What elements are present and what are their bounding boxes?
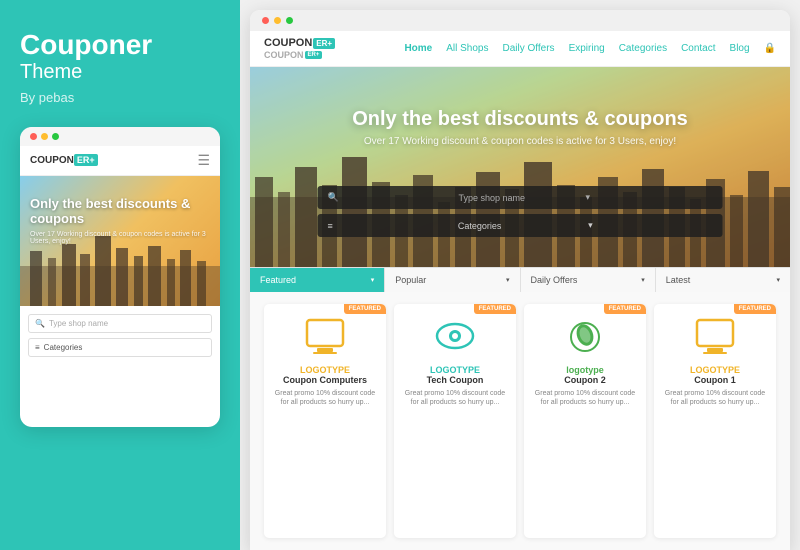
card-logo-3 [555, 314, 615, 359]
expand-dot [286, 17, 293, 24]
desktop-categories-box[interactable]: ≡ Categories ▾ [318, 214, 723, 237]
card-title-4: Coupon 1 [694, 375, 736, 385]
close-dot [30, 133, 37, 140]
right-panel: COUPONER+ COUPONER+ Home All Shops Daily… [240, 0, 800, 550]
logo-text-2: LOGOTYPE [430, 365, 480, 375]
coupon-card-3[interactable]: FEATURED logotype Coupon 2 Great promo 1… [524, 304, 646, 538]
desktop-coupon-text: COUPON [264, 37, 312, 49]
desktop-top-bar [250, 10, 790, 31]
filter-featured[interactable]: Featured ▾ [250, 268, 385, 292]
desktop-nav-links: Home All Shops Daily Offers Expiring Cat… [404, 43, 776, 54]
mobile-top-bar [20, 127, 220, 146]
mobile-search: 🔍 Type shop name ≡ Categories [20, 306, 220, 365]
logo-text-1: LOGOTYPE [300, 365, 350, 375]
nav-blog[interactable]: Blog [730, 43, 750, 54]
desktop-search-box[interactable]: 🔍 Type shop name ▾ [318, 186, 723, 209]
mobile-categories-box[interactable]: ≡ Categories [28, 338, 212, 357]
desktop-hero: Only the best discounts & coupons Over 1… [250, 67, 790, 267]
nav-all-shops[interactable]: All Shops [446, 43, 488, 54]
nav-categories[interactable]: Categories [619, 43, 667, 54]
menu-icon: ≡ [35, 343, 40, 352]
expand-dot [52, 133, 59, 140]
mobile-hero-text: Only the best discounts & coupons Over 1… [30, 196, 210, 245]
desktop-nav: COUPONER+ COUPONER+ Home All Shops Daily… [250, 31, 790, 67]
dropdown-arrow-icon-2: ▾ [588, 220, 712, 231]
card-desc-4: Great promo 10% discount code for all pr… [664, 389, 766, 407]
card-logo-4 [685, 314, 745, 359]
chevron-down-icon: ▾ [506, 276, 510, 284]
mobile-search-box[interactable]: 🔍 Type shop name [28, 314, 212, 333]
search-overlay: 🔍 Type shop name ▾ ≡ Categories ▾ [318, 186, 723, 237]
logo-text-3: logotype [566, 365, 604, 375]
menu-icon: ≡ [328, 221, 452, 231]
logo-text-4: LOGOTYPE [690, 365, 740, 375]
cards-section: FEATURED LOGOTYPE Coupon Computers Great… [250, 292, 790, 550]
desktop-mockup: COUPONER+ COUPONER+ Home All Shops Daily… [250, 10, 790, 550]
left-panel: Couponer Theme By pebas COUPONER+ ☰ [0, 0, 240, 550]
tv-icon-yellow-2 [693, 318, 737, 356]
desktop-hero-bg: Only the best discounts & coupons Over 1… [250, 67, 790, 267]
coupon-card-1[interactable]: FEATURED LOGOTYPE Coupon Computers Great… [264, 304, 386, 538]
leaf-icon-green [563, 318, 607, 356]
chevron-down-icon: ▾ [371, 276, 375, 284]
filter-bar: Featured ▾ Popular ▾ Daily Offers ▾ Late… [250, 267, 790, 292]
nav-home[interactable]: Home [404, 43, 432, 54]
featured-badge: FEATURED [344, 304, 386, 314]
card-logo-2 [425, 314, 485, 359]
card-desc-2: Great promo 10% discount code for all pr… [404, 389, 506, 407]
mobile-hero: Only the best discounts & coupons Over 1… [20, 176, 220, 306]
featured-badge: FEATURED [604, 304, 646, 314]
featured-badge: FEATURED [734, 304, 776, 314]
desktop-logo: COUPONER+ COUPONER+ [264, 37, 335, 60]
minimize-dot [41, 133, 48, 140]
mobile-nav: COUPONER+ ☰ [20, 146, 220, 176]
dropdown-arrow-icon: ▾ [586, 192, 713, 203]
minimize-dot [274, 17, 281, 24]
desktop-er-badge-2: ER+ [305, 51, 323, 59]
filter-latest[interactable]: Latest ▾ [656, 268, 790, 292]
card-desc-1: Great promo 10% discount code for all pr… [274, 389, 376, 407]
chevron-down-icon: ▾ [641, 276, 645, 284]
chevron-down-icon: ▾ [776, 276, 780, 284]
filter-popular[interactable]: Popular ▾ [385, 268, 520, 292]
desktop-coupon-text-2: COUPON [264, 50, 304, 60]
close-dot [262, 17, 269, 24]
coupon-card-2[interactable]: FEATURED LOGOTYPE Tech Coupon Great prom… [394, 304, 516, 538]
nav-daily-offers[interactable]: Daily Offers [503, 43, 555, 54]
card-title-3: Coupon 2 [564, 375, 606, 385]
filter-daily-offers[interactable]: Daily Offers ▾ [521, 268, 656, 292]
coupon-text: COUPON [30, 155, 74, 166]
search-icon: 🔍 [35, 319, 45, 328]
card-logo-1 [295, 314, 355, 359]
brand-title: Couponer Theme By pebas [20, 30, 220, 127]
hamburger-icon[interactable]: ☰ [197, 152, 210, 169]
tv-icon-yellow [303, 318, 347, 356]
nav-expiring[interactable]: Expiring [569, 43, 605, 54]
card-title-1: Coupon Computers [283, 375, 367, 385]
desktop-er-badge: ER+ [313, 38, 335, 49]
search-icon: 🔍 [328, 192, 455, 203]
eye-icon-teal [433, 318, 477, 356]
mobile-mockup: COUPONER+ ☰ [20, 127, 220, 427]
mobile-logo: COUPONER+ [30, 155, 98, 166]
featured-badge: FEATURED [474, 304, 516, 314]
nav-contact[interactable]: Contact [681, 43, 715, 54]
user-icon[interactable]: 🔒 [764, 43, 776, 54]
er-badge: ER+ [74, 154, 98, 166]
coupon-card-4[interactable]: FEATURED LOGOTYPE Coupon 1 Great promo 1… [654, 304, 776, 538]
card-title-2: Tech Coupon [427, 375, 484, 385]
hero-text-block: Only the best discounts & coupons Over 1… [250, 107, 790, 147]
card-desc-3: Great promo 10% discount code for all pr… [534, 389, 636, 407]
mobile-hero-bg: Only the best discounts & coupons Over 1… [20, 176, 220, 306]
